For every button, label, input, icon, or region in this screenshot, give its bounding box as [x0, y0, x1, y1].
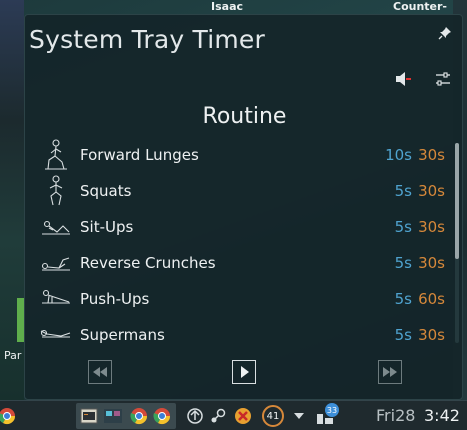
list-scrollbar[interactable] — [455, 143, 459, 343]
blocked-icon[interactable] — [232, 405, 254, 427]
pushup-figure-icon — [37, 282, 75, 316]
exercise-row[interactable]: Forward Lunges 10s 30s — [37, 137, 445, 173]
exercise-name: Supermans — [80, 326, 165, 344]
chrome-icon[interactable] — [151, 405, 173, 427]
exercise-rest-time: 30s — [418, 254, 445, 272]
crunch-figure-icon — [37, 246, 75, 280]
speaker-muted-icon — [396, 72, 411, 86]
background-desktop-label: Par — [4, 349, 22, 362]
superman-figure-icon — [37, 318, 75, 345]
clock-day[interactable]: Fri28 — [376, 406, 415, 425]
exercise-work-time: 5s — [394, 254, 412, 272]
exercise-work-time: 10s — [385, 146, 412, 164]
notification-count: 33 — [325, 403, 339, 417]
exercise-row[interactable]: Reverse Crunches 5s 30s — [37, 245, 445, 281]
clock-time[interactable]: 3:42 — [424, 406, 460, 425]
exercise-name: Sit-Ups — [80, 218, 134, 236]
background-window-title: Isaac — [211, 0, 244, 13]
sliders-icon — [436, 72, 450, 86]
exercise-rest-time: 30s — [418, 182, 445, 200]
wallpaper-green-bar — [17, 298, 24, 342]
exercise-name: Squats — [80, 182, 132, 200]
upload-icon[interactable] — [184, 405, 206, 427]
chrome-icon[interactable] — [0, 405, 18, 427]
exercise-work-time: 5s — [394, 182, 412, 200]
lunge-figure-icon — [37, 138, 75, 172]
exercise-row[interactable]: Squats 5s 30s — [37, 173, 445, 209]
steam-icon[interactable] — [207, 405, 229, 427]
chevron-down-icon[interactable] — [288, 405, 310, 427]
section-title: Routine — [202, 104, 287, 129]
mute-button[interactable] — [393, 69, 413, 89]
taskbar: 41 33 Fri28 3:42 — [0, 400, 467, 430]
skip-back-icon — [93, 367, 107, 377]
exercise-rest-time: 30s — [418, 218, 445, 236]
exercise-row[interactable]: Supermans 5s 30s — [37, 317, 445, 345]
situp-figure-icon — [37, 210, 75, 244]
exercise-row[interactable]: Sit-Ups 5s 30s — [37, 209, 445, 245]
play-icon — [241, 366, 249, 378]
exercise-name: Reverse Crunches — [80, 254, 216, 272]
system-tray-timer-popup: System Tray Timer Routine Forward Lunges — [24, 14, 463, 400]
exercise-work-time: 5s — [394, 290, 412, 308]
app-title: System Tray Timer — [29, 25, 265, 54]
window-thumbnail-icon[interactable] — [102, 405, 124, 427]
previous-button[interactable] — [88, 360, 112, 384]
squat-figure-icon — [37, 174, 75, 208]
scrollbar-thumb[interactable] — [455, 143, 459, 259]
update-count-badge[interactable]: 41 — [262, 405, 284, 427]
exercise-work-time: 5s — [394, 326, 412, 344]
skip-forward-icon — [383, 367, 397, 377]
background-window-title: Counter- — [393, 0, 448, 13]
exercise-row[interactable]: Push-Ups 5s 60s — [37, 281, 445, 317]
exercise-rest-time: 30s — [418, 146, 445, 164]
exercise-work-time: 5s — [394, 218, 412, 236]
settings-button[interactable] — [433, 69, 453, 89]
exercise-rest-time: 60s — [418, 290, 445, 308]
play-button[interactable] — [232, 360, 256, 384]
chrome-icon[interactable] — [128, 405, 150, 427]
next-button[interactable] — [378, 360, 402, 384]
exercise-rest-time: 30s — [418, 326, 445, 344]
exercise-name: Forward Lunges — [80, 146, 199, 164]
pin-icon[interactable] — [438, 25, 452, 40]
exercise-name: Push-Ups — [80, 290, 150, 308]
exercise-list[interactable]: Forward Lunges 10s 30s Squats 5s 30s Sit… — [37, 137, 445, 345]
terminal-icon[interactable] — [78, 405, 100, 427]
